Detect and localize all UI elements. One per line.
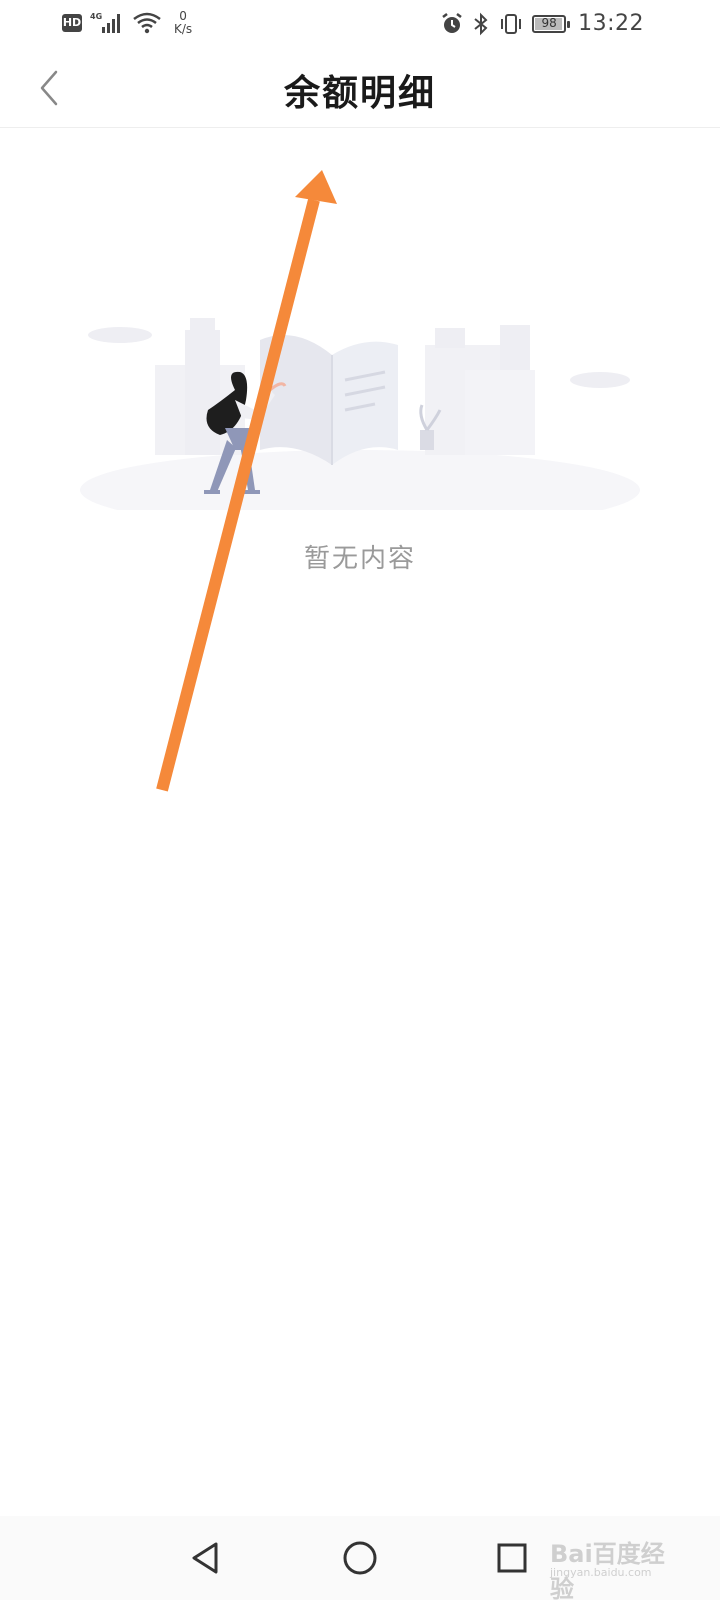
screen: HD 4G 0 K/s 98 13:22 余额明细 暂无内容 Bai百度经验 j… [0, 0, 720, 1600]
home-circle-icon [343, 1541, 377, 1575]
network-speed: 0 K/s [174, 10, 192, 36]
battery-icon: 98 [532, 14, 571, 33]
alarm-icon [442, 12, 462, 33]
signal-icon: 4G [90, 12, 120, 33]
system-nav-bar: Bai百度经验 jingyan.baidu.com [0, 1516, 720, 1600]
hd-icon: HD [62, 14, 82, 32]
vibrate-icon [501, 13, 522, 34]
speed-unit: K/s [174, 22, 193, 36]
recents-square-icon [497, 1543, 527, 1573]
battery-level: 98 [541, 15, 557, 30]
battery-cap [567, 20, 571, 28]
status-bar: HD 4G 0 K/s 98 13:22 [0, 0, 720, 50]
nav-bar: 余额明细 [0, 50, 720, 128]
back-triangle-icon [192, 1542, 218, 1574]
page-title: 余额明细 [283, 72, 436, 114]
wifi-icon [133, 12, 161, 34]
status-left: HD 4G 0 K/s [62, 10, 192, 36]
system-home-button[interactable] [336, 1534, 384, 1582]
watermark-url: jingyan.baidu.com [550, 1566, 652, 1579]
bluetooth-icon [474, 12, 488, 35]
status-time: 13:22 [578, 11, 644, 36]
svg-text:4G: 4G [90, 12, 102, 21]
empty-message: 暂无内容 [303, 544, 416, 574]
system-recents-button[interactable] [488, 1534, 536, 1582]
status-right: 98 13:22 [440, 11, 644, 36]
empty-book-illustration [80, 318, 640, 510]
baidu-jingyan-watermark: Bai百度经验 jingyan.baidu.com [540, 1526, 680, 1600]
system-back-button[interactable] [182, 1534, 230, 1582]
arrow-annotation [156, 170, 337, 792]
